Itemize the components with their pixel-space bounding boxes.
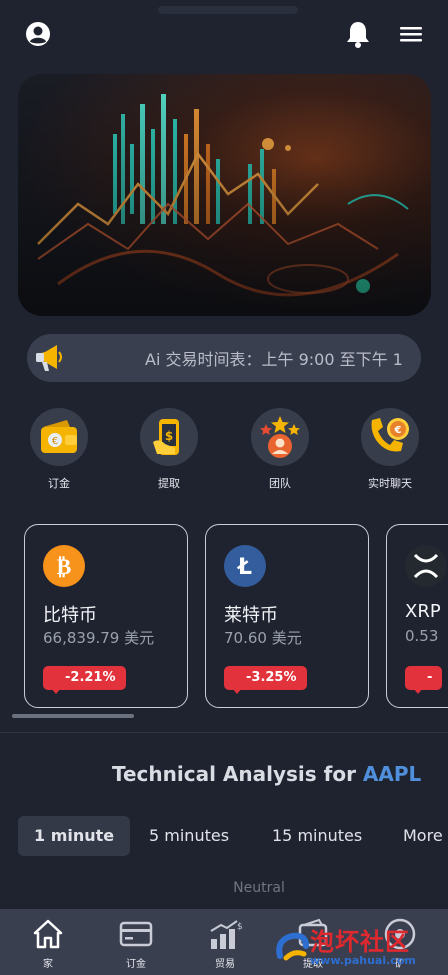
change-badge: -2.21% [43,666,126,694]
announcement-text: Ai 交易时间表：上午 9:00 至下午 1 [145,350,403,369]
market-price: 66,839.79 美元 [43,629,155,647]
bell-icon[interactable] [342,18,374,50]
svg-text:€: € [394,425,402,436]
top-bar [0,0,448,70]
quick-action-label: 实时聊天 [368,477,412,490]
tab-15-minutes[interactable]: 15 minutes [256,816,378,856]
watermark-logo [276,932,309,961]
tab-more[interactable]: More [387,816,448,856]
nav-deposit[interactable]: 订金 [106,915,166,970]
card-icon [116,915,156,953]
quick-action-label: 团队 [269,477,291,490]
market-name: XRP [405,601,441,622]
quick-action-team[interactable]: 团队 [249,408,311,491]
tab-5-minutes[interactable]: 5 minutes [133,816,245,856]
analysis-summary: Neutral [233,880,285,896]
section-divider [0,732,448,733]
trade-chart-icon: $ [205,915,245,953]
nav-trade[interactable]: $ 贸易 [195,915,255,970]
carousel-scrollbar[interactable] [12,714,134,718]
phone-chat-icon: € [361,408,419,466]
interval-tabs: 1 minute 5 minutes 15 minutes More [18,816,448,858]
nav-label: 订金 [126,959,146,970]
quick-action-withdraw[interactable]: $ 提取 [138,408,200,491]
svg-text:₿: ₿ [57,555,72,580]
announcement-ticker[interactable]: Ai 交易时间表：上午 9:00 至下午 1 [27,334,421,382]
svg-text:$: $ [165,429,173,443]
litecoin-icon: Ł [224,545,266,587]
nav-label: 家 [43,959,53,970]
phone-cash-icon: $ [140,408,198,466]
watermark-text: 泡坏社区 [310,927,410,956]
market-card-xrp[interactable]: XRP 0.53 - [386,524,448,708]
hamburger-menu-icon[interactable] [395,18,427,50]
user-circle-icon[interactable] [22,18,54,50]
xrp-icon [405,545,447,587]
quick-action-label: 提取 [158,477,180,490]
change-badge: -3.25% [224,666,307,694]
nav-home[interactable]: 家 [18,915,78,970]
watermark: 泡坏社区 www.pahuai.com [272,920,448,972]
quick-action-live-chat[interactable]: € 实时聊天 [359,408,421,491]
change-badge: - [405,666,443,694]
market-price: 70.60 美元 [224,629,302,647]
quick-action-deposit[interactable]: € 订金 [28,408,90,491]
megaphone-icon [31,340,67,376]
home-icon [28,915,68,953]
market-name: 莱特币 [224,605,278,626]
wallet-icon: € [30,408,88,466]
team-stars-icon [251,408,309,466]
title-prefix: Technical Analysis for [112,762,363,786]
hero-banner[interactable] [18,74,431,316]
market-card-litecoin[interactable]: Ł 莱特币 70.60 美元 -3.25% [205,524,369,708]
market-price: 0.53 [405,627,439,645]
svg-text:€: € [52,436,58,447]
market-card-bitcoin[interactable]: ₿ 比特币 66,839.79 美元 -2.21% [24,524,188,708]
svg-text:$: $ [237,922,243,932]
quick-action-label: 订金 [48,477,70,490]
watermark-url: www.pahuai.com [310,954,416,967]
trading-chart-illustration [18,74,431,316]
bitcoin-icon: ₿ [43,545,85,587]
technical-analysis-title: Technical Analysis for AAPL [112,762,421,786]
symbol-link[interactable]: AAPL [363,762,421,786]
tab-1-minute[interactable]: 1 minute [18,816,131,856]
svg-text:Ł: Ł [237,555,252,580]
market-cards-carousel[interactable]: ₿ 比特币 66,839.79 美元 -2.21% Ł 莱特币 70.60 美元… [0,522,448,712]
market-name: 比特币 [43,605,97,626]
status-notch [158,6,298,14]
nav-label: 贸易 [215,959,235,970]
